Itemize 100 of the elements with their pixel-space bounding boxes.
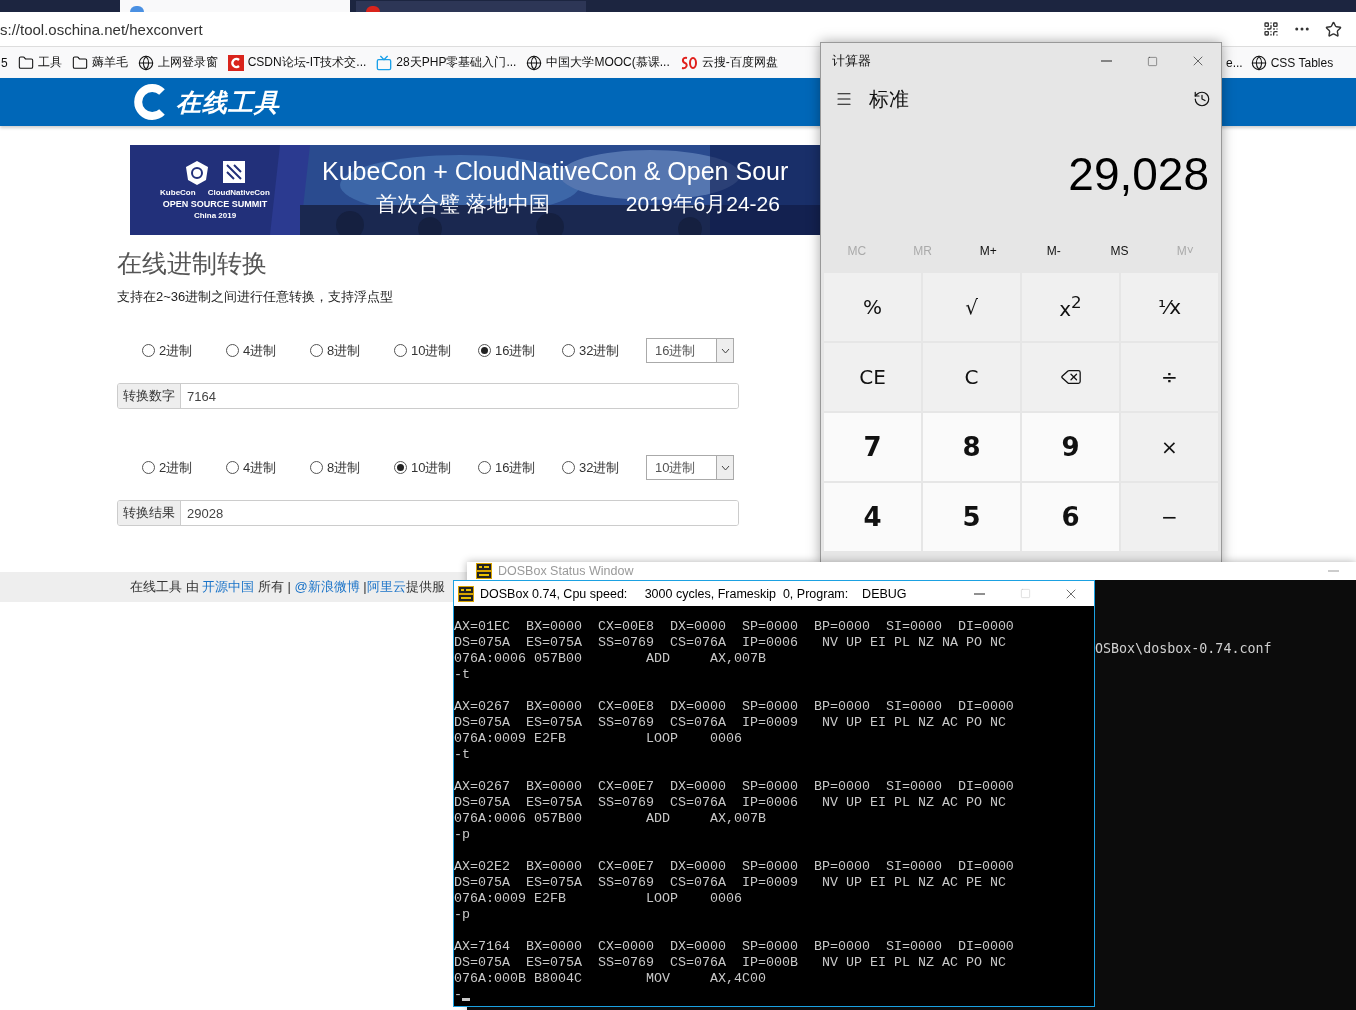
console-line: AX=0267 BX=0000 CX=00E7 DX=0000 SP=0000 BP=0000 SI=0000 DI=0000	[454, 779, 1014, 795]
radio-option[interactable]: 32进制	[562, 458, 646, 477]
digit-key[interactable]: 5	[923, 483, 1020, 551]
input-group[interactable]: 转换结果 29028	[117, 500, 739, 526]
logo-text: 在线工具	[176, 86, 280, 118]
bookmark-item[interactable]: 云搜-百度网盘	[679, 54, 778, 71]
console-line: AX=02E2 BX=0000 CX=00E7 DX=0000 SP=0000 BP=0000 SI=0000 DI=0000	[454, 859, 1014, 875]
radio-option[interactable]: 4进制	[226, 341, 310, 360]
bookmark-item[interactable]: 5	[1, 55, 8, 70]
radio-option[interactable]: 10进制	[394, 341, 478, 360]
radio-label[interactable]: 2进制	[159, 341, 193, 360]
bookmark-item[interactable]: CSS Tables	[1250, 54, 1334, 71]
console-line: -t	[454, 747, 470, 763]
input-addon: 转换结果	[118, 501, 181, 525]
console-line: 076A:0006 057B00 ADD AX,007B	[454, 651, 766, 667]
function-key[interactable]: CE	[824, 343, 921, 411]
radio-label[interactable]: 2进制	[159, 458, 193, 477]
console-line: AX=01EC BX=0000 CX=00E8 DX=0000 SP=0000 BP=0000 SI=0000 DI=0000	[454, 619, 1014, 635]
radio-option[interactable]: 2进制	[142, 458, 226, 477]
console-line: 076A:0006 057B00 ADD AX,007B	[454, 811, 766, 827]
input-addon: 转换数字	[118, 384, 181, 408]
function-key[interactable]: x$^{2}$	[1022, 273, 1119, 341]
radio-option[interactable]: 8进制	[310, 458, 394, 477]
app-icon	[458, 585, 474, 602]
banner-slogan: 首次合璧 落地中国	[376, 191, 550, 217]
radio-label[interactable]: 8进制	[327, 341, 361, 360]
radio-label[interactable]: 16进制	[495, 341, 536, 360]
menu-icon[interactable]	[835, 90, 853, 108]
logo-text: CloudNativeCon	[207, 188, 270, 197]
window-title: DOSBox 0.74, Cpu speed: 3000 cycles, Frameskip 0, Program: DEBUG	[480, 586, 908, 601]
radio-option[interactable]: 16进制	[478, 458, 562, 477]
radio-option[interactable]: 16进制	[478, 341, 562, 360]
bookmark-item[interactable]: 中国大学MOOC(慕课...	[526, 54, 670, 71]
memory-button[interactable]: M-	[1021, 243, 1087, 259]
radio-option[interactable]: 2进制	[142, 341, 226, 360]
input-group[interactable]: 转换数字 7164	[117, 383, 739, 409]
footer-text: 在线工具 由 开源中国 所有 | @新浪微博 |阿里云提供服	[130, 578, 445, 596]
browser-tab[interactable]	[120, 0, 350, 12]
star-icon[interactable]	[1325, 20, 1342, 38]
bookmark-item[interactable]: CSDN论坛-IT技术交...	[227, 54, 367, 71]
radio-option[interactable]: 8进制	[310, 341, 394, 360]
banner[interactable]: KubeCon CloudNativeCon OPEN SOURCE SUMMIT China 2019 KubeCon + CloudNativeCon & Open Sour 首次合璧 落地中国 2019年6月24-26	[130, 145, 820, 235]
digit-key[interactable]: 9	[1022, 413, 1119, 481]
console-line: DS=075A ES=075A SS=0769 CS=076A IP=0006 NV UP EI PL NZ NA PO NC	[454, 635, 1006, 651]
base-select[interactable]: 16进制	[646, 338, 734, 363]
page-subtitle: 支持在2~36进制之间进行任意转换，支持浮点型	[117, 288, 394, 306]
memory-button[interactable]: M+	[955, 243, 1021, 259]
radio-label[interactable]: 4进制	[243, 341, 277, 360]
radio-option[interactable]: 10进制	[394, 458, 478, 477]
bookmark-item[interactable]: 工具	[17, 54, 62, 71]
bookmark-item[interactable]: 薅羊毛	[71, 54, 128, 71]
bookmark-item[interactable]: 28天PHP零基础入门...	[376, 54, 517, 71]
logo-text: OPEN SOURCE SUMMIT	[162, 199, 268, 209]
maximize-icon	[1146, 55, 1158, 67]
history-icon[interactable]	[1193, 90, 1211, 108]
console-line: DS=075A ES=075A SS=0769 CS=076A IP=0006 NV UP EI PL NZ AC PO NC	[454, 795, 1006, 811]
page-title: 在线进制转换	[117, 248, 267, 279]
logo-text: China 2019	[193, 211, 237, 220]
radio-label[interactable]: 32进制	[579, 458, 620, 477]
operator-key[interactable]: ×	[1121, 413, 1218, 481]
digit-key[interactable]: 4	[824, 483, 921, 551]
tv-icon	[376, 54, 393, 71]
operator-key[interactable]: ÷	[1121, 343, 1218, 411]
qr-code-icon[interactable]	[1263, 21, 1279, 37]
function-key[interactable]: C	[923, 343, 1020, 411]
digit-key[interactable]: 8	[923, 413, 1020, 481]
console-line: -t	[454, 667, 470, 683]
console-line: OSBox\dosbox-0.74.conf	[1095, 641, 1273, 657]
radio-option[interactable]: 4进制	[226, 458, 310, 477]
bookmark-item[interactable]: e...	[1226, 55, 1243, 70]
function-key[interactable]: √	[923, 273, 1020, 341]
console-line: DS=075A ES=075A SS=0769 CS=076A IP=0009 NV UP EI PL NZ AC PO NC	[454, 715, 1006, 731]
minimize-icon	[973, 592, 985, 595]
console-line: -	[454, 987, 462, 1003]
radio-label[interactable]: 4进制	[243, 458, 277, 477]
bookmark-item[interactable]: 上网登录窗	[137, 54, 218, 71]
radio-label[interactable]: 10进制	[411, 341, 452, 360]
caret-icon	[720, 347, 730, 354]
operator-key[interactable]: −	[1121, 483, 1218, 551]
radio-label[interactable]: 32进制	[579, 341, 620, 360]
console-line: AX=0267 BX=0000 CX=00E8 DX=0000 SP=0000 BP=0000 SI=0000 DI=0000	[454, 699, 1014, 715]
radio-label[interactable]: 16进制	[495, 458, 536, 477]
folder-icon	[17, 54, 34, 71]
function-key[interactable]: ⅟x	[1121, 273, 1218, 341]
footer-link[interactable]: @新浪微博	[294, 579, 360, 594]
square-logo-icon	[222, 160, 246, 184]
address-field[interactable]: s://tool.oschina.net/hexconvert	[0, 20, 1263, 38]
minimize-icon	[1100, 60, 1112, 62]
radio-label[interactable]: 10进制	[411, 458, 452, 477]
logo-text: KubeCon	[160, 188, 196, 197]
radio-label[interactable]: 8进制	[327, 458, 361, 477]
radio-option[interactable]: 32进制	[562, 341, 646, 360]
function-key[interactable]: %	[824, 273, 921, 341]
minimize-icon	[1327, 570, 1339, 572]
memory-button[interactable]: MS	[1086, 243, 1153, 259]
digit-key[interactable]: 7	[824, 413, 921, 481]
digit-key[interactable]: 6	[1022, 483, 1119, 551]
footer-link[interactable]: 开源中国	[202, 579, 255, 594]
base-select[interactable]: 10进制	[646, 455, 734, 480]
console-line: AX=7164 BX=0000 CX=0000 DX=0000 SP=0000 BP=0000 SI=0000 DI=0000	[454, 939, 1014, 955]
